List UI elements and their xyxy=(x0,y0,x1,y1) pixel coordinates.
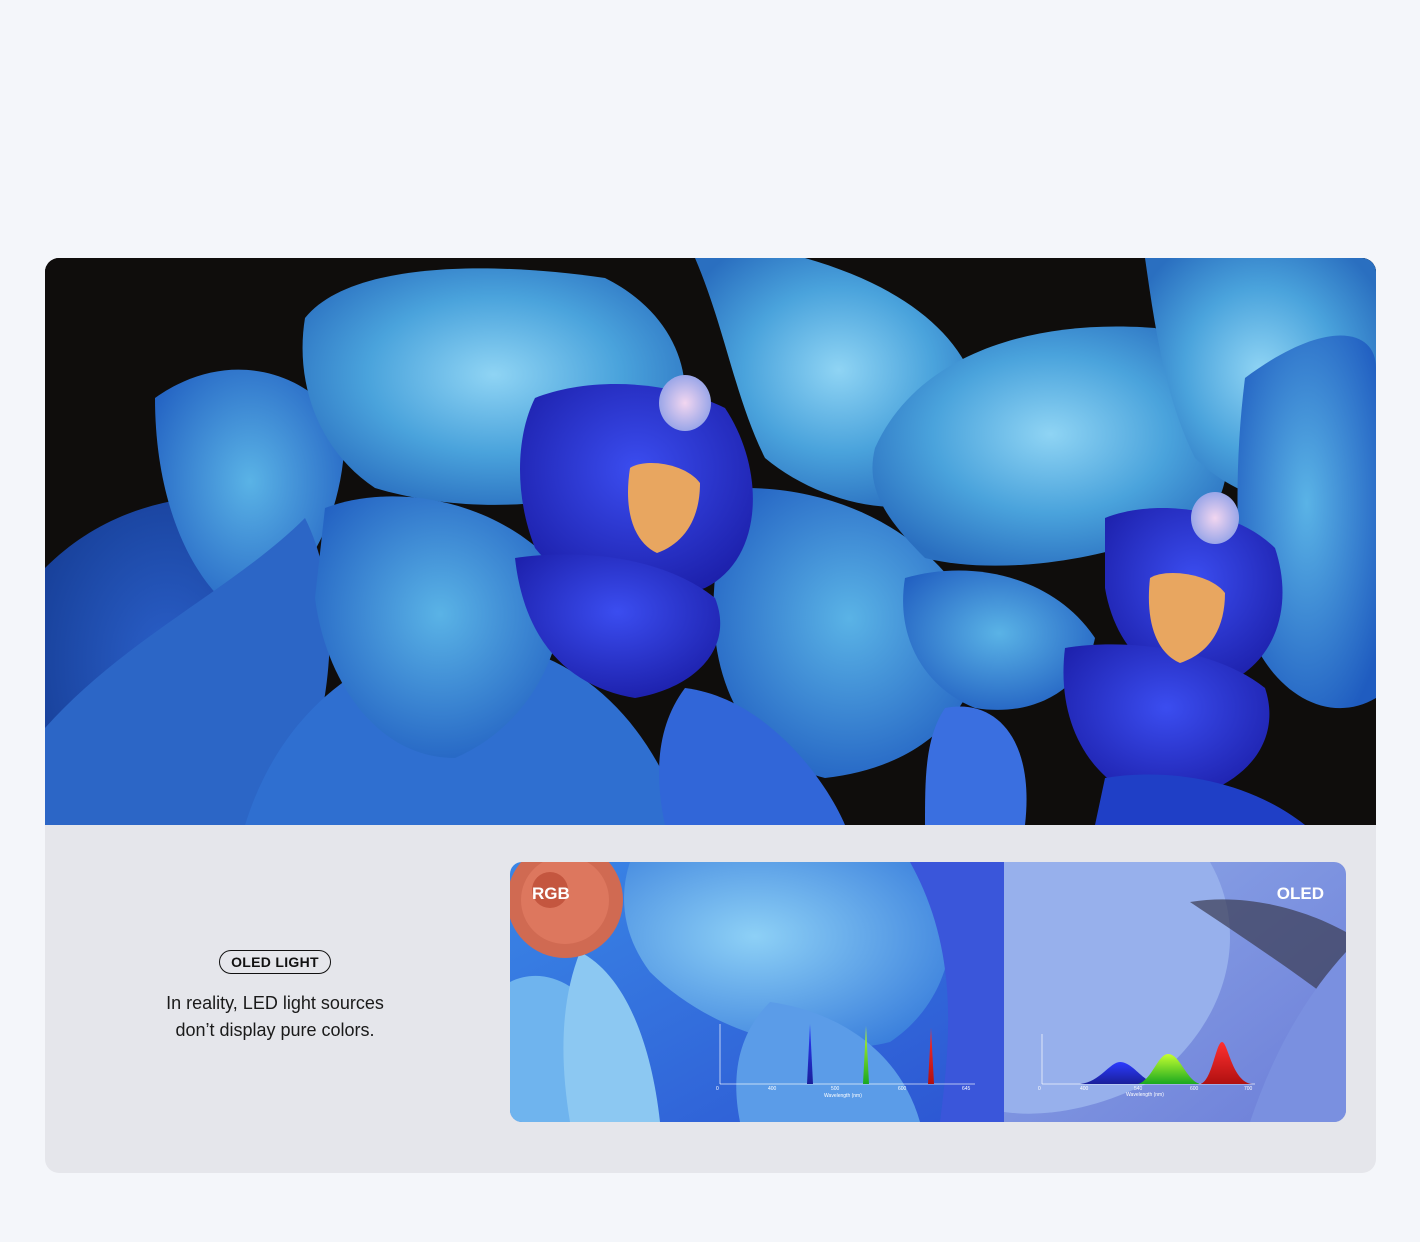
tick-label: 0 xyxy=(716,1086,719,1092)
tick-label: 600 xyxy=(1190,1086,1199,1092)
description-line-1: In reality, LED light sources xyxy=(166,993,384,1013)
tick-label: 0 xyxy=(1038,1086,1041,1092)
tick-label: 400 xyxy=(768,1086,777,1092)
info-text-column: OLED LIGHT In reality, LED light sources… xyxy=(135,950,415,1044)
info-description: In reality, LED light sources don’t disp… xyxy=(135,990,415,1044)
tick-label: 500 xyxy=(831,1086,840,1092)
oled-label: OLED xyxy=(1276,884,1324,903)
oled-xlabel: Wavelength (nm) xyxy=(1126,1092,1164,1098)
tick-label: 700 xyxy=(1244,1086,1253,1092)
tick-label: 600 xyxy=(898,1086,907,1092)
rgb-vs-oled-comparison: RGB OLED 0 400 500 600 645 Wavelength (n… xyxy=(510,862,1346,1122)
description-line-2: don’t display pure colors. xyxy=(175,1020,375,1040)
tick-label: 400 xyxy=(1080,1086,1089,1092)
tick-label: 645 xyxy=(962,1086,971,1092)
rgb-label: RGB xyxy=(532,884,570,903)
oled-feature-card: OLED LIGHT In reality, LED light sources… xyxy=(45,258,1376,1173)
comparison-image-icon xyxy=(510,862,1346,1122)
orchid-photo-icon xyxy=(45,258,1376,825)
oled-light-badge: OLED LIGHT xyxy=(219,950,331,974)
rgb-tick-row: 0 400 500 600 645 Wavelength (nm) xyxy=(716,1086,976,1099)
orchid-hero-image xyxy=(45,258,1376,825)
info-section: OLED LIGHT In reality, LED light sources… xyxy=(45,825,1376,1173)
rgb-xlabel: Wavelength (nm) xyxy=(824,1093,862,1099)
oled-tick-row: 0 400 540 600 700 Wavelength (nm) xyxy=(1038,1086,1258,1098)
